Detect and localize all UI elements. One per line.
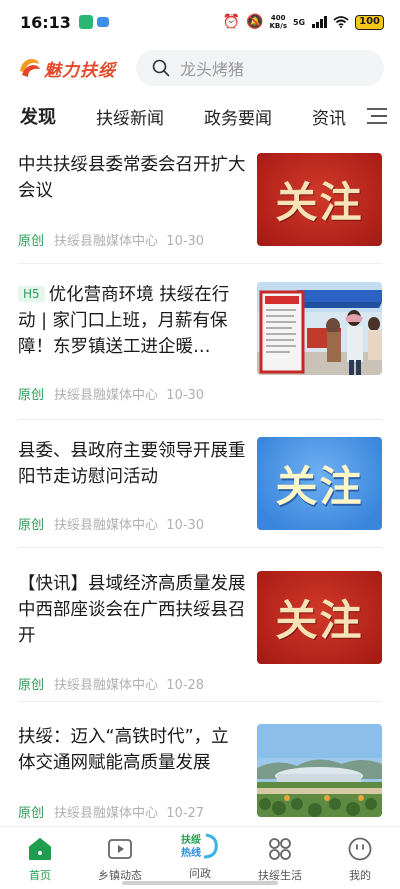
news-meta: 原创 扶绥县融媒体中心 10-30 [18,384,204,403]
alarm-icon: ⏰ [222,14,241,30]
network-type: 5G [292,17,306,27]
news-thumbnail-photo [257,724,382,817]
status-bar: 16:13 ⏰ 🔕 400 KB/s 5G 100 [0,0,400,44]
news-text: 扶绥：迈入“高铁时代”，立体交通网赋能高质量发展 [18,724,246,776]
nav-label: 我的 [349,869,371,882]
news-item[interactable]: 县委、县政府主要领导开展重阳节走访慰问活动 原创 扶绥县融媒体中心 10-30 关… [18,420,382,548]
status-app-icons [78,15,109,29]
news-title: 【快讯】县域经济高质量发展中西部座谈会在广西扶绥县召开 [18,574,246,646]
news-title-text: 优化营商环境 扶绥在行动 | 家门口上班，月薪有保障！东罗镇送工进企暖… [18,285,230,357]
nav-fusui-life[interactable]: 扶绥生活 [240,827,320,889]
original-tag: 原创 [18,678,45,693]
nav-label: 首页 [29,869,51,882]
category-tabs: 发现 扶绥新闻 政务要闻 资讯 [0,96,400,136]
signal-icon [312,16,328,28]
news-text: H5 优化营商环境 扶绥在行动 | 家门口上班，月薪有保障！东罗镇送工进企暖… [18,282,246,360]
search-placeholder: 龙头烤猪 [180,60,245,79]
app-logo[interactable]: 魅力扶绥 [16,55,126,81]
face-icon [346,835,374,863]
thumbnail-text: 关注 [275,596,364,645]
nav-home[interactable]: 首页 [0,827,80,889]
news-date: 10-27 [166,806,205,821]
app-notification-icon-2 [96,17,109,27]
news-source: 扶绥县融媒体中心 [54,518,159,533]
original-tag: 原创 [18,518,45,533]
original-tag: 原创 [18,234,45,249]
menu-icon [367,108,387,124]
h5-badge: H5 [18,286,45,302]
news-thumbnail-photo [257,282,382,375]
hotline-icon: 扶绥 热线 [180,831,220,861]
nav-label: 问政 [189,867,211,880]
news-meta: 原创 扶绥县融媒体中心 10-28 [18,674,204,693]
home-indicator[interactable] [122,881,278,885]
news-date: 10-28 [166,678,205,693]
tab-information[interactable]: 资讯 [312,104,346,129]
news-source: 扶绥县融媒体中心 [54,806,159,821]
hotline-icon-line2: 热线 [181,846,201,859]
tabs-menu-button[interactable] [354,96,400,136]
app-notification-icon [78,15,93,29]
news-thumbnail: 关注 [257,153,382,246]
news-item[interactable]: 中共扶绥县委常委会召开扩大会议 原创 扶绥县融媒体中心 10-30 关注 [18,142,382,264]
search-bar[interactable]: 龙头烤猪 [136,50,384,86]
news-date: 10-30 [166,388,205,403]
news-text: 县委、县政府主要领导开展重阳节走访慰问活动 [18,438,246,490]
news-source: 扶绥县融媒体中心 [54,388,159,403]
news-title: H5 优化营商环境 扶绥在行动 | 家门口上班，月薪有保障！东罗镇送工进企暖… [18,282,246,360]
news-item[interactable]: 【快讯】县域经济高质量发展中西部座谈会在广西扶绥县召开 原创 扶绥县融媒体中心 1… [18,548,382,702]
tab-fusui-news[interactable]: 扶绥新闻 [96,104,164,129]
news-date: 10-30 [166,234,205,249]
news-title: 县委、县政府主要领导开展重阳节走访慰问活动 [18,441,246,487]
news-thumbnail: 关注 [257,437,382,530]
original-tag: 原创 [18,388,45,403]
original-tag: 原创 [18,806,45,821]
hotline-icon-line1: 扶绥 [181,833,201,846]
news-item[interactable]: 扶绥：迈入“高铁时代”，立体交通网赋能高质量发展 原创 扶绥县融媒体中心 10-2… [18,702,382,832]
thumbnail-text: 关注 [275,178,364,227]
battery-indicator: 100 [355,14,384,30]
nav-town-news[interactable]: 乡镇动态 [80,827,160,889]
news-meta: 原创 扶绥县融媒体中心 10-30 [18,230,204,249]
mute-icon: 🔕 [246,14,264,30]
wifi-icon [333,16,349,28]
news-feed: 中共扶绥县委常委会召开扩大会议 原创 扶绥县融媒体中心 10-30 关注 H5 优化… [0,142,400,832]
thumbnail-text: 关注 [275,462,364,511]
search-icon [152,59,170,77]
network-speed-unit: KB/s [269,22,287,30]
news-thumbnail: 关注 [257,571,382,664]
status-right: ⏰ 🔕 400 KB/s 5G 100 [223,14,384,30]
status-time: 16:13 [20,12,71,32]
news-title: 扶绥：迈入“高铁时代”，立体交通网赋能高质量发展 [18,727,229,773]
network-speed: 400 KB/s [270,14,287,30]
home-icon [26,835,54,863]
railway-station-photo [257,724,382,817]
news-title: 中共扶绥县委常委会召开扩大会议 [18,155,246,201]
network-speed-value: 400 [270,14,286,22]
news-date: 10-30 [166,518,205,533]
news-text: 中共扶绥县委常委会召开扩大会议 [18,152,246,204]
bottom-nav: 首页 乡镇动态 扶绥 热线 问政 扶绥生活 我的 [0,826,400,889]
grid-icon [266,835,294,863]
news-meta: 原创 扶绥县融媒体中心 10-30 [18,514,204,533]
news-text: 【快讯】县域经济高质量发展中西部座谈会在广西扶绥县召开 [18,571,246,649]
play-icon [106,835,134,863]
news-source: 扶绥县融媒体中心 [54,678,159,693]
news-meta: 原创 扶绥县融媒体中心 10-27 [18,802,204,821]
news-item[interactable]: H5 优化营商环境 扶绥在行动 | 家门口上班，月薪有保障！东罗镇送工进企暖… 原… [18,264,382,420]
tab-discover[interactable]: 发现 [20,103,56,129]
logo-text: 魅力扶绥 [44,60,116,81]
market-tent-photo [257,282,382,375]
nav-profile[interactable]: 我的 [320,827,400,889]
tab-government-news[interactable]: 政务要闻 [204,104,272,129]
nav-inquiry[interactable]: 扶绥 热线 问政 [160,827,240,889]
news-source: 扶绥县融媒体中心 [54,234,159,249]
app-header: 魅力扶绥 龙头烤猪 [0,48,400,88]
logo-icon [20,59,40,77]
